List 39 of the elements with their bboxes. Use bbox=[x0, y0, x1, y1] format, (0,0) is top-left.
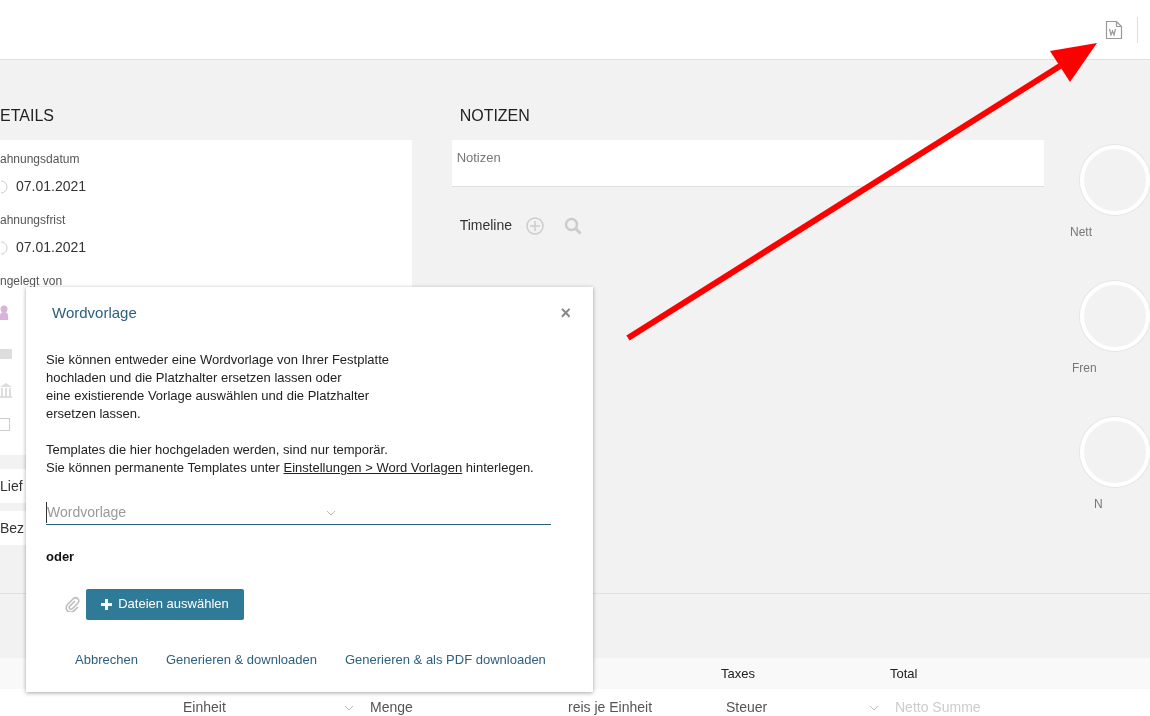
checkbox[interactable] bbox=[0, 418, 10, 431]
or-label: oder bbox=[46, 548, 76, 566]
stat-label: Fren bbox=[1072, 360, 1097, 377]
add-icon[interactable] bbox=[526, 216, 544, 235]
section-heading: NOTIZEN bbox=[459, 106, 531, 126]
timeline-label: Timeline bbox=[459, 216, 512, 235]
stat-label: N bbox=[1094, 496, 1103, 513]
search-icon[interactable] bbox=[564, 216, 582, 235]
column-header: Taxes bbox=[721, 664, 756, 683]
bank-icon bbox=[0, 382, 12, 398]
notes-field[interactable]: Notizen bbox=[451, 140, 1044, 187]
input-field[interactable]: Menge bbox=[370, 697, 568, 716]
settings-link[interactable]: Einstellungen > Word Vorlagen bbox=[283, 460, 463, 475]
plus-icon bbox=[101, 598, 113, 610]
dialog-text: Sie können entweder eine Wordvorlage von Ihrer Festplatte hochladen und die Platzhalter ersetzen lassen oder eine existierende Vorlage auswählen und die Platzhalter ersetzen lassen. bbox=[46, 351, 390, 423]
dialog-action-button[interactable]: Generieren & downloaden bbox=[165, 649, 317, 669]
field-label: ngelegt von bbox=[0, 273, 64, 290]
section-heading: ETAILS bbox=[0, 106, 55, 126]
caret-icon bbox=[869, 704, 879, 711]
date-value: 07.01.2021 bbox=[16, 238, 87, 257]
select-field[interactable]: Einheit bbox=[183, 697, 370, 716]
paperclip-icon bbox=[64, 596, 80, 612]
date-value: 07.01.2021 bbox=[16, 177, 87, 196]
input-field[interactable]: reis je Einheit bbox=[568, 697, 726, 716]
caret-icon bbox=[344, 704, 354, 711]
dialog-text: Templates die hier hochgeladen werden, sind nur temporär. Sie können permanente Templates unter Einstellungen > Word Vorlagen hinterlegen. bbox=[46, 441, 535, 477]
upload-button[interactable]: Dateien auswählen bbox=[86, 588, 244, 620]
close-button[interactable]: × bbox=[560, 299, 571, 327]
field-label: ahnungsdatum bbox=[0, 151, 81, 168]
field-label: ahnungsfrist bbox=[0, 212, 67, 229]
column-header: Total bbox=[890, 664, 918, 683]
person-icon bbox=[0, 305, 10, 321]
word-document-icon[interactable] bbox=[1105, 19, 1123, 40]
dialog-title: Wordvorlage bbox=[52, 302, 137, 323]
dialog-action-button[interactable]: Abbrechen bbox=[75, 649, 138, 669]
dialog-action-button[interactable]: Generieren & als PDF downloaden bbox=[344, 649, 546, 669]
caret-icon bbox=[326, 509, 336, 516]
select-field[interactable]: Steuer bbox=[726, 697, 895, 716]
stat-label: Nett bbox=[1070, 224, 1092, 241]
